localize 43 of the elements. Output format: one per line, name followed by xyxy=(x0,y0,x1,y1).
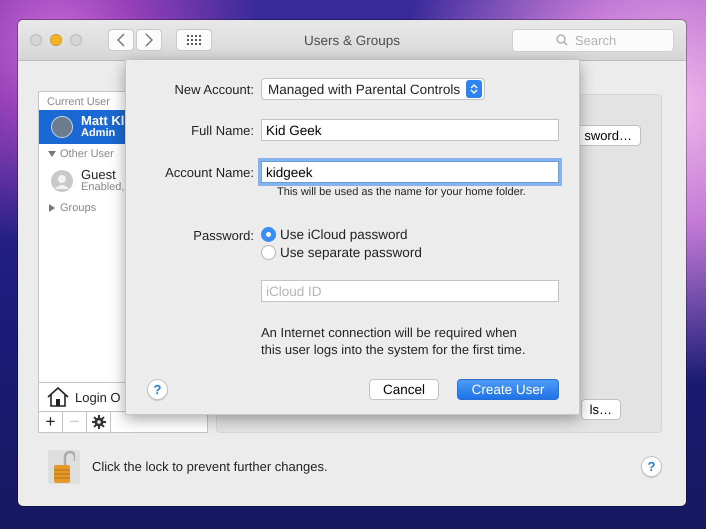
search-icon xyxy=(556,34,568,46)
person-silhouette-icon xyxy=(51,170,73,192)
forward-button[interactable] xyxy=(136,29,162,51)
user-name: Guest xyxy=(81,168,117,181)
lock-message: Click the lock to prevent further changes. xyxy=(92,459,328,474)
info-message: An Internet connection will be required when this user logs into the system for the first time. xyxy=(261,324,526,358)
create-user-button[interactable]: Create User xyxy=(457,379,559,400)
account-type-popup[interactable]: Managed with Parental Controls xyxy=(261,78,486,100)
lock-button[interactable] xyxy=(48,450,80,484)
hint-text: This will be used as the name for your home folder. xyxy=(276,186,526,198)
field-label: Password: xyxy=(192,227,254,243)
field-label: New Account: xyxy=(174,82,254,96)
gear-icon xyxy=(92,415,106,429)
full-name-field[interactable]: Kid Geek xyxy=(261,119,559,141)
back-button[interactable] xyxy=(108,29,134,51)
radio-option[interactable]: Use iCloud password xyxy=(261,227,422,242)
help-button[interactable]: ? xyxy=(147,379,168,400)
group-label: Other User xyxy=(60,148,114,160)
cancel-button[interactable]: Cancel xyxy=(369,379,439,400)
show-all-button[interactable] xyxy=(176,29,212,51)
disclosure-triangle-right-icon[interactable] xyxy=(48,204,56,212)
panel-button[interactable]: ls… xyxy=(580,399,621,420)
up-down-arrows-icon xyxy=(470,83,478,95)
group-label: Groups xyxy=(60,202,96,214)
house-icon xyxy=(47,387,69,407)
search-field[interactable]: Search xyxy=(512,28,674,52)
disclosure-triangle-down-icon[interactable] xyxy=(48,150,56,158)
login-options-item[interactable]: Login O xyxy=(75,390,121,404)
user-detail: Admin xyxy=(81,127,116,140)
radio-option[interactable]: Use separate password xyxy=(261,245,422,260)
open-padlock-icon xyxy=(53,450,75,484)
avatar-photo xyxy=(51,116,73,138)
window-title: Users & Groups xyxy=(304,32,400,48)
account-name-field[interactable]: kidgeek xyxy=(261,161,559,183)
grid-icon xyxy=(187,35,201,45)
field-label: Account Name: xyxy=(164,164,254,180)
user-detail: Enabled, xyxy=(81,181,124,194)
chevron-right-icon xyxy=(145,33,153,47)
section-header: Current User xyxy=(46,95,111,110)
help-button[interactable]: ? xyxy=(641,456,662,477)
chevron-left-icon xyxy=(117,33,125,47)
user-name: Matt Kl xyxy=(81,114,124,127)
icloud-id-field[interactable]: iCloud ID xyxy=(261,280,559,302)
